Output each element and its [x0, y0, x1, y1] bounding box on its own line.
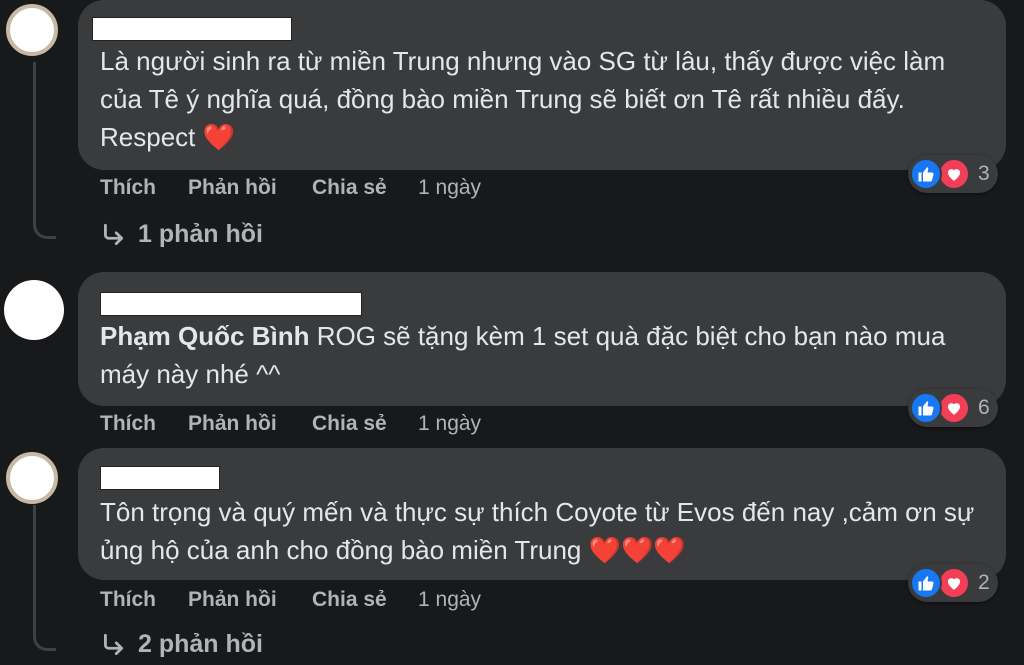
replies-count-label: 1 phản hồi [138, 220, 263, 248]
avatar[interactable] [6, 4, 58, 56]
reaction-count: 6 [978, 396, 990, 419]
reaction-count: 2 [978, 571, 990, 594]
author-name-redacted[interactable] [100, 466, 220, 490]
view-replies-link[interactable]: 2 phản hồi [100, 630, 263, 659]
author-name-redacted[interactable] [100, 292, 362, 316]
comment-text: Phạm Quốc Bình ROG sẽ tặng kèm 1 set quà… [100, 321, 946, 389]
reaction-summary[interactable]: 3 [908, 155, 998, 193]
like-button[interactable]: Thích [100, 412, 188, 436]
avatar[interactable] [6, 452, 58, 504]
like-icon [910, 392, 942, 424]
share-button[interactable]: Chia sẻ [312, 588, 418, 612]
thread-line [33, 505, 56, 651]
reaction-summary[interactable]: 6 [908, 389, 998, 427]
heart-emoji: ❤️❤️❤️ [588, 535, 686, 565]
comment-actions: Thích Phản hồi Chia sẻ 1 ngày [100, 412, 481, 436]
comment-actions: Thích Phản hồi Chia sẻ 1 ngày [100, 588, 481, 612]
comment-actions: Thích Phản hồi Chia sẻ 1 ngày [100, 176, 481, 200]
reply-button[interactable]: Phản hồi [188, 176, 312, 200]
view-replies-link[interactable]: 1 phản hồi [100, 220, 263, 249]
love-icon [938, 392, 970, 424]
heart-emoji: ❤️ [202, 122, 235, 152]
reply-button[interactable]: Phản hồi [188, 588, 312, 612]
love-icon [938, 158, 970, 190]
avatar[interactable] [4, 280, 64, 340]
like-icon [910, 567, 942, 599]
reaction-count: 3 [978, 162, 990, 185]
reaction-summary[interactable]: 2 [908, 564, 998, 602]
mention-link[interactable]: Phạm Quốc Bình [100, 321, 309, 351]
replies-count-label: 2 phản hồi [138, 630, 263, 658]
like-button[interactable]: Thích [100, 176, 188, 200]
thread-line [33, 62, 56, 239]
love-icon [938, 567, 970, 599]
reply-arrow-icon [104, 223, 124, 245]
like-icon [910, 158, 942, 190]
reply-button[interactable]: Phản hồi [188, 412, 312, 436]
reply-arrow-icon [104, 633, 124, 655]
timestamp[interactable]: 1 ngày [418, 412, 481, 436]
share-button[interactable]: Chia sẻ [312, 412, 418, 436]
timestamp[interactable]: 1 ngày [418, 588, 481, 612]
comment-text: Là người sinh ra từ miền Trung nhưng vào… [100, 46, 946, 152]
like-button[interactable]: Thích [100, 588, 188, 612]
author-name-redacted[interactable] [92, 17, 292, 41]
comment-text: Tôn trọng và quý mến và thực sự thích Co… [100, 497, 975, 565]
timestamp[interactable]: 1 ngày [418, 176, 481, 200]
share-button[interactable]: Chia sẻ [312, 176, 418, 200]
